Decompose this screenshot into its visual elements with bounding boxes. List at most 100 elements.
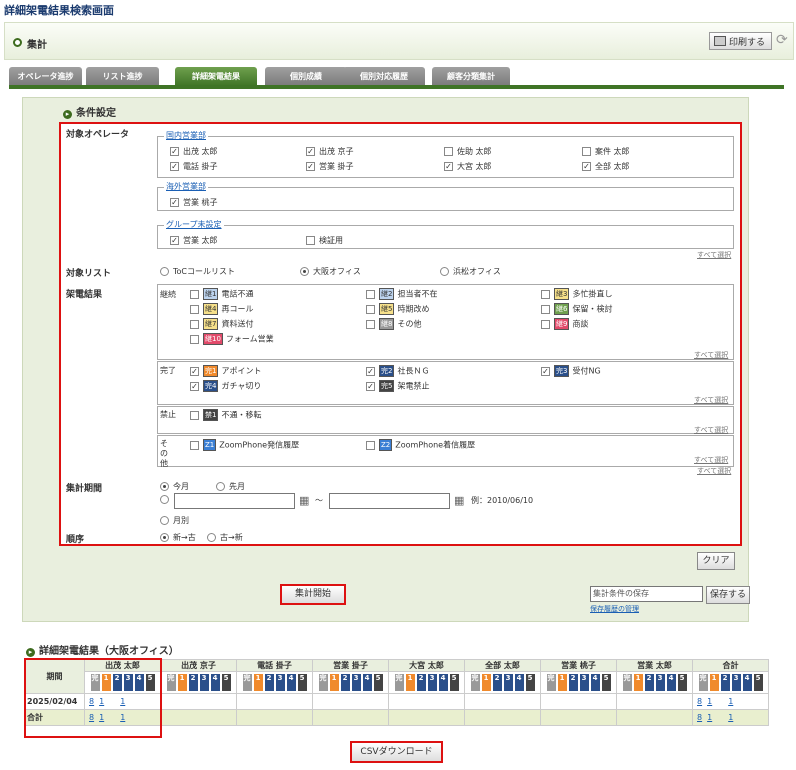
operator-checkbox[interactable]: 佐助 太郎 bbox=[444, 146, 492, 157]
list-radio[interactable]: 大阪オフィス bbox=[300, 266, 361, 277]
result-label: 架電結果 bbox=[66, 290, 103, 300]
calendar-icon[interactable]: ▦ bbox=[299, 494, 309, 507]
result-count-link[interactable]: 1 bbox=[728, 713, 733, 722]
cont-result-checkbox[interactable]: 継7 資料送付 bbox=[190, 318, 253, 330]
save-name-input[interactable]: 集計条件の保存 bbox=[590, 586, 703, 602]
result-code-badge: 禁1 bbox=[203, 409, 219, 421]
result-code-badge: 継6 bbox=[554, 303, 570, 315]
operator-checkbox[interactable]: ✓ 出茂 太郎 bbox=[170, 146, 218, 157]
save-history-link[interactable]: 保存履歴の管理 bbox=[590, 604, 639, 614]
result-code-mini-badge: 2 bbox=[188, 674, 198, 691]
cont-result-checkbox[interactable]: 継5 時期改め bbox=[366, 303, 429, 315]
date-example: 例：2010/06/10 bbox=[471, 496, 534, 505]
result-count-link[interactable]: 1 bbox=[707, 697, 712, 706]
list-radio[interactable]: 浜松オフィス bbox=[440, 266, 501, 277]
ban-result-checkbox[interactable]: 禁1 不通・移転 bbox=[190, 409, 261, 421]
tab-1[interactable]: リスト進捗 bbox=[86, 67, 159, 86]
save-button[interactable]: 保存する bbox=[706, 586, 750, 604]
tab-3[interactable]: 個別成績 bbox=[265, 67, 347, 86]
operator-checkbox[interactable]: ✓ 電話 掛子 bbox=[170, 161, 218, 172]
operator-checkbox[interactable]: ✓ 営業 桃子 bbox=[170, 197, 218, 208]
select-all-results[interactable]: すべて選択 bbox=[697, 466, 731, 476]
tab-2[interactable]: 詳細架電結果 bbox=[175, 67, 257, 86]
start-button[interactable]: 集計開始 bbox=[280, 584, 346, 605]
arrow-circle-icon: ▸ bbox=[63, 110, 72, 119]
tab-4[interactable]: 個別対応履歴 bbox=[343, 67, 425, 86]
select-all-operators[interactable]: すべて選択 bbox=[697, 250, 731, 260]
result-code-mini-badge: 4 bbox=[210, 674, 220, 691]
tab-0[interactable]: オペレータ進捗 bbox=[9, 67, 82, 86]
cont-result-checkbox[interactable]: 継2 担当者不在 bbox=[366, 288, 437, 300]
cont-result-checkbox[interactable]: 継1 電話不通 bbox=[190, 288, 253, 300]
operator-header: 営業 掛子 bbox=[312, 659, 389, 672]
result-code-mini-badge: 4 bbox=[742, 674, 752, 691]
cont-result-checkbox[interactable]: 継3 多忙掛直し bbox=[541, 288, 612, 300]
done-result-checkbox[interactable]: ✓ 完2 社長ＮＧ bbox=[366, 365, 429, 377]
result-code-mini-badge: 3 bbox=[503, 674, 513, 691]
clear-button[interactable]: クリア bbox=[697, 552, 735, 570]
date-from-input[interactable] bbox=[174, 493, 295, 509]
other-result-checkbox[interactable]: Z1 ZoomPhone発信履歴 bbox=[190, 439, 299, 451]
result-code-mini-badge: 4 bbox=[666, 674, 676, 691]
operator-checkbox[interactable]: 検証用 bbox=[306, 235, 343, 246]
select-all-continue[interactable]: すべて選択 bbox=[694, 350, 728, 360]
date-separator: 〜 bbox=[315, 496, 323, 505]
result-code-mini-badge: 5 bbox=[525, 674, 535, 691]
result-code-mini-badge: 5 bbox=[449, 674, 459, 691]
other-label: その他 bbox=[160, 439, 168, 468]
operator-checkbox[interactable]: ✓ 出茂 京子 bbox=[306, 146, 354, 157]
tab-5[interactable]: 顧客分類集計 bbox=[432, 67, 510, 86]
result-count-link[interactable]: 1 bbox=[728, 697, 733, 706]
calendar-icon[interactable]: ▦ bbox=[454, 494, 464, 507]
refresh-icon[interactable]: ⟳ bbox=[776, 32, 788, 48]
period-this-month[interactable]: 今月 bbox=[160, 481, 189, 492]
cont-result-checkbox[interactable]: 継8 その他 bbox=[366, 318, 421, 330]
cont-result-checkbox[interactable]: 継6 保留・検討 bbox=[541, 303, 612, 315]
result-code-mini-badge: 1 bbox=[253, 674, 263, 691]
result-code-badge: 継9 bbox=[554, 318, 570, 330]
group-name-link[interactable]: 国内営業部 bbox=[164, 130, 208, 141]
print-button[interactable]: 印刷する bbox=[709, 32, 772, 50]
operator-checkbox[interactable]: ✓ 大宮 太郎 bbox=[444, 161, 492, 172]
done-result-checkbox[interactable]: ✓ 完3 受付NG bbox=[541, 365, 601, 377]
order-new-first[interactable]: 新→古 bbox=[160, 532, 196, 543]
group-name-link[interactable]: グループ未設定 bbox=[164, 219, 224, 230]
order-old-first[interactable]: 古→新 bbox=[207, 532, 243, 543]
other-result-checkbox[interactable]: Z2 ZoomPhone着信履歴 bbox=[366, 439, 475, 451]
period-range-radio[interactable] bbox=[160, 495, 173, 504]
done-result-checkbox[interactable]: ✓ 完5 架電禁止 bbox=[366, 380, 429, 392]
cont-result-checkbox[interactable]: 継9 商談 bbox=[541, 318, 588, 330]
operator-checkbox[interactable]: ✓ 営業 太郎 bbox=[170, 235, 218, 246]
operator-header: 出茂 京子 bbox=[160, 659, 237, 672]
operator-checkbox[interactable]: ✓ 全部 太郎 bbox=[582, 161, 630, 172]
result-count-link[interactable]: 1 bbox=[707, 713, 712, 722]
period-prev-month[interactable]: 先月 bbox=[216, 481, 245, 492]
done-result-checkbox[interactable]: ✓ 完4 ガチャ切り bbox=[190, 380, 261, 392]
result-code-badge: 完2 bbox=[379, 365, 395, 377]
select-all-done[interactable]: すべて選択 bbox=[694, 395, 728, 405]
list-radio[interactable]: ToCコールリスト bbox=[160, 266, 235, 277]
done-result-checkbox[interactable]: ✓ 完1 アポイント bbox=[190, 365, 261, 377]
result-code-mini-badge: 4 bbox=[514, 674, 524, 691]
result-count-link[interactable]: 8 bbox=[697, 697, 702, 706]
result-count-link[interactable]: 8 bbox=[697, 713, 702, 722]
cont-result-checkbox[interactable]: 継4 再コール bbox=[190, 303, 253, 315]
result-code-mini-badge: 3 bbox=[199, 674, 209, 691]
select-all-ban[interactable]: すべて選択 bbox=[694, 425, 728, 435]
conditions-title: ▸ 条件設定 bbox=[63, 104, 116, 119]
result-code-badge: 完3 bbox=[554, 365, 570, 377]
result-code-badge: 継4 bbox=[203, 303, 219, 315]
result-code-badge: 継7 bbox=[203, 318, 219, 330]
operator-checkbox[interactable]: 案件 太郎 bbox=[582, 146, 630, 157]
select-all-other[interactable]: すべて選択 bbox=[694, 455, 728, 465]
operator-checkbox[interactable]: ✓ 営業 掛子 bbox=[306, 161, 354, 172]
period-label: 集計期間 bbox=[66, 484, 103, 494]
group-name-link[interactable]: 海外営業部 bbox=[164, 181, 208, 192]
result-code-badge: Z2 bbox=[379, 439, 393, 451]
date-to-input[interactable] bbox=[329, 493, 450, 509]
section-header: 集計 印刷する ⟳ bbox=[4, 22, 794, 60]
cont-result-checkbox[interactable]: 継10 フォーム営業 bbox=[190, 333, 274, 345]
result-code-mini-badge: 1 bbox=[405, 674, 415, 691]
period-monthly[interactable]: 月別 bbox=[160, 515, 189, 526]
csv-download-button[interactable]: CSVダウンロード bbox=[350, 741, 443, 763]
